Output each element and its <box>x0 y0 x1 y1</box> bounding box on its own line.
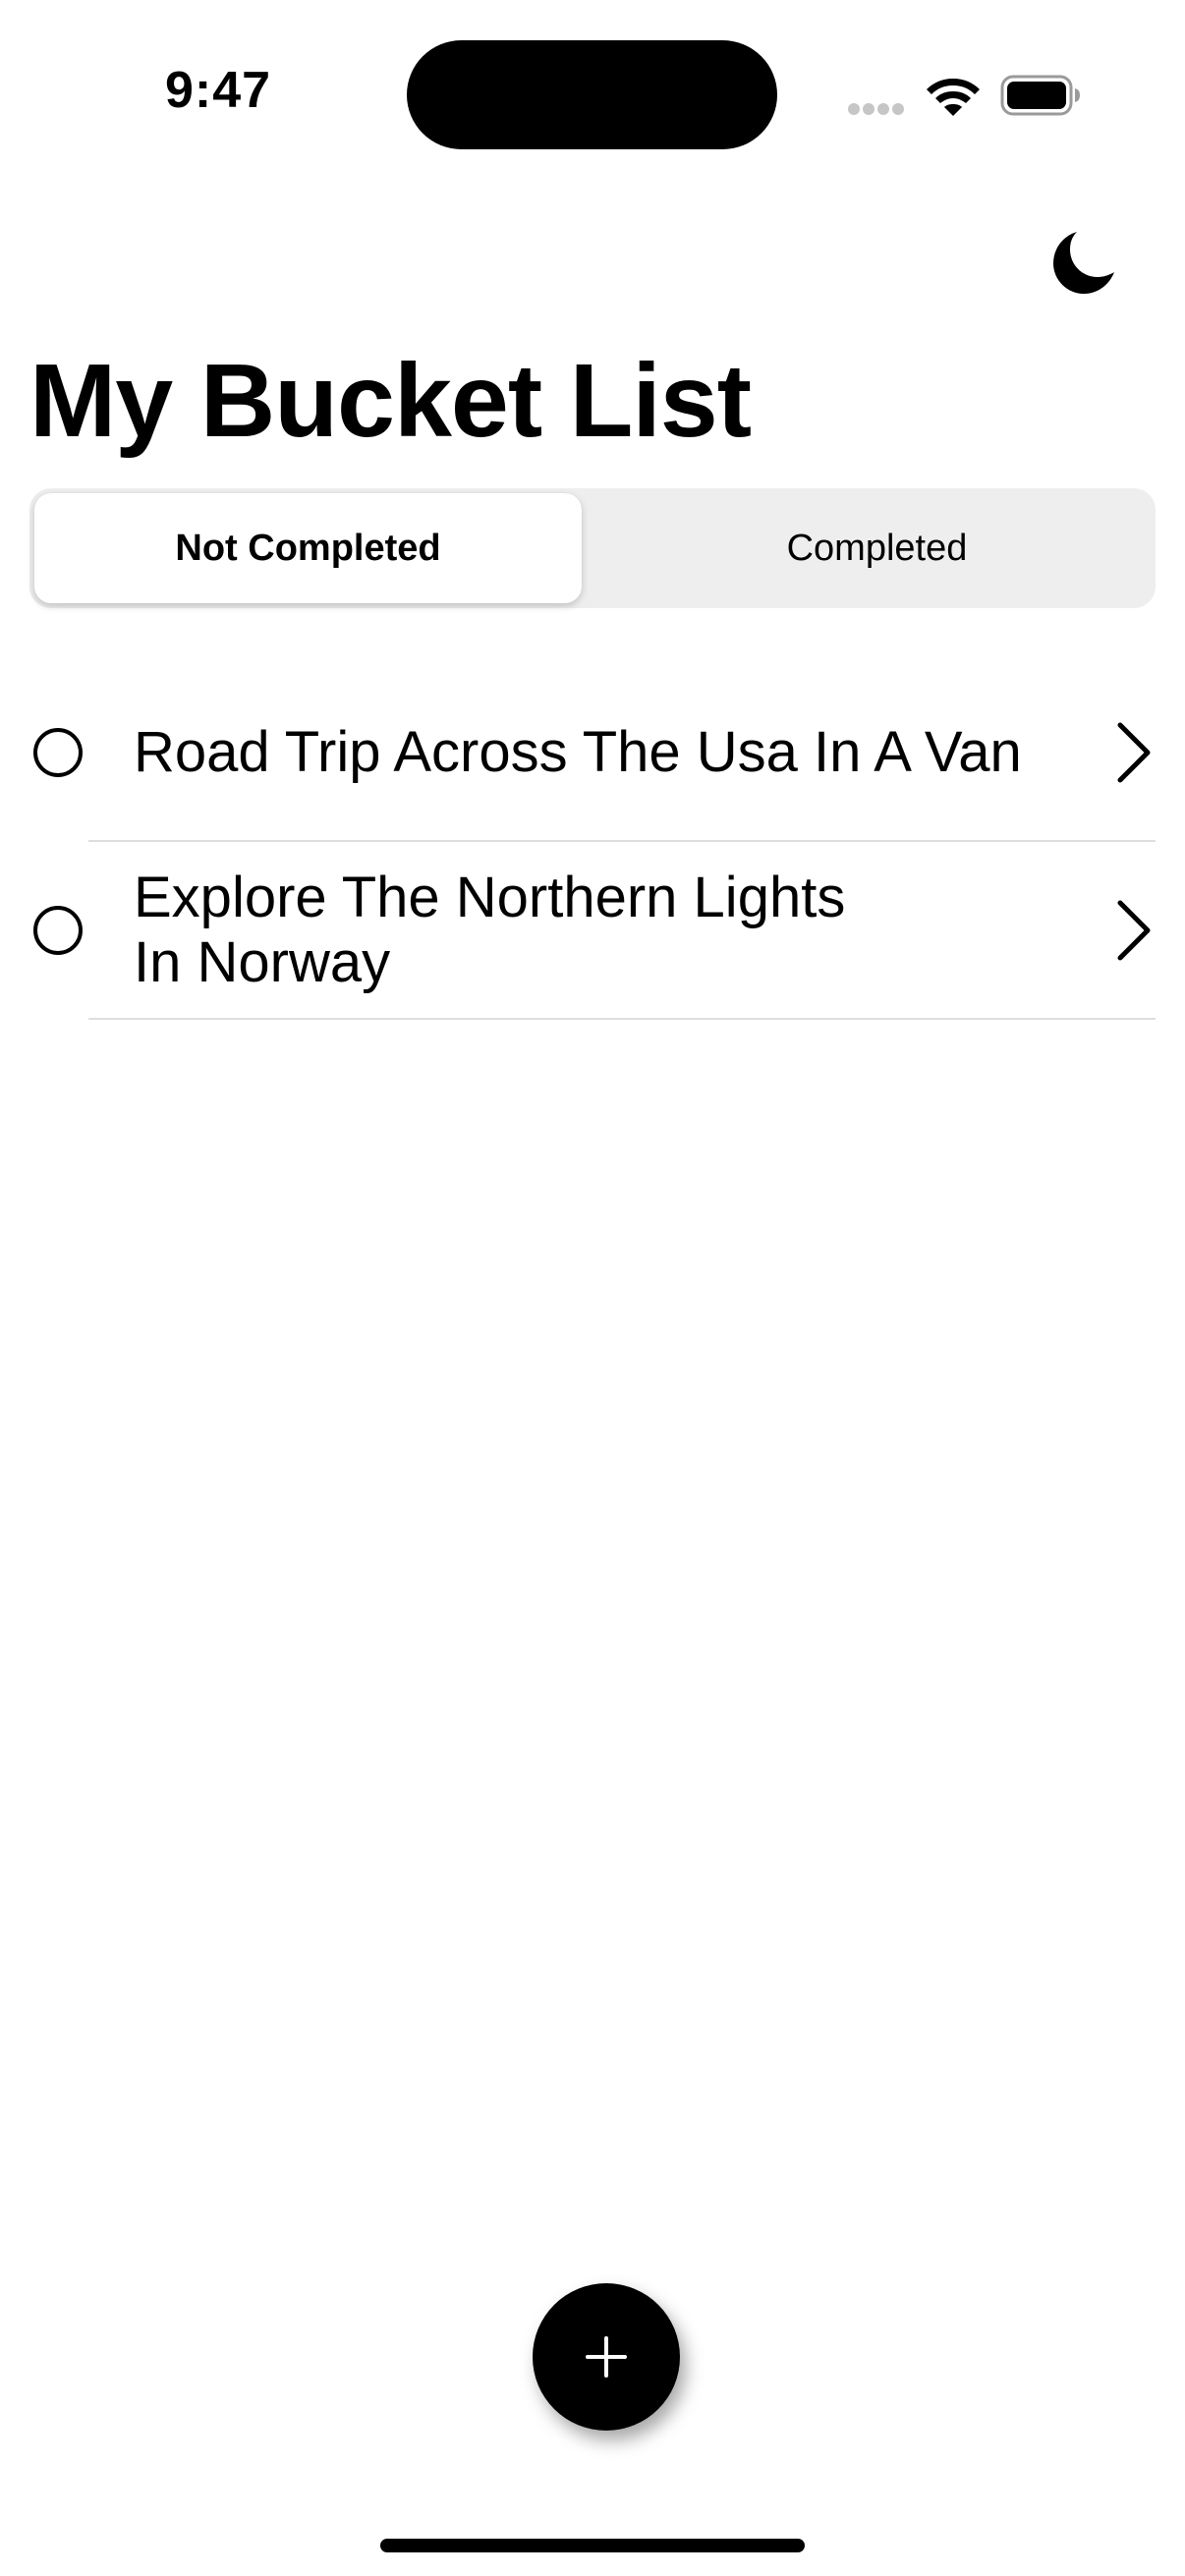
list-item[interactable]: Explore The Northern Lights In Norway <box>0 842 1185 1019</box>
battery-icon <box>1000 75 1080 116</box>
chevron-right-icon <box>1117 900 1151 961</box>
circle-checkbox-icon[interactable] <box>32 905 84 956</box>
dynamic-island <box>407 40 777 149</box>
home-indicator[interactable] <box>380 2539 805 2552</box>
filter-segmented-control: Not Completed Completed <box>29 488 1156 608</box>
row-divider <box>88 1018 1156 1020</box>
item-title: Road Trip Across The Usa In A Van <box>134 720 1022 784</box>
list-item[interactable]: Road Trip Across The Usa In A Van <box>0 664 1185 841</box>
signal-icon <box>848 103 904 115</box>
add-item-button[interactable] <box>533 2283 680 2431</box>
theme-toggle-button[interactable] <box>1047 228 1118 299</box>
page-title: My Bucket List <box>29 343 752 459</box>
plus-icon <box>586 2336 627 2378</box>
status-time: 9:47 <box>164 62 272 119</box>
chevron-right-icon <box>1117 722 1151 783</box>
tab-completed[interactable]: Completed <box>603 493 1151 603</box>
tab-not-completed[interactable]: Not Completed <box>34 493 582 603</box>
moon-icon <box>1053 232 1114 294</box>
circle-checkbox-icon[interactable] <box>32 727 84 778</box>
item-title: Explore The Northern Lights In Norway <box>134 866 846 994</box>
wifi-icon <box>927 79 980 116</box>
